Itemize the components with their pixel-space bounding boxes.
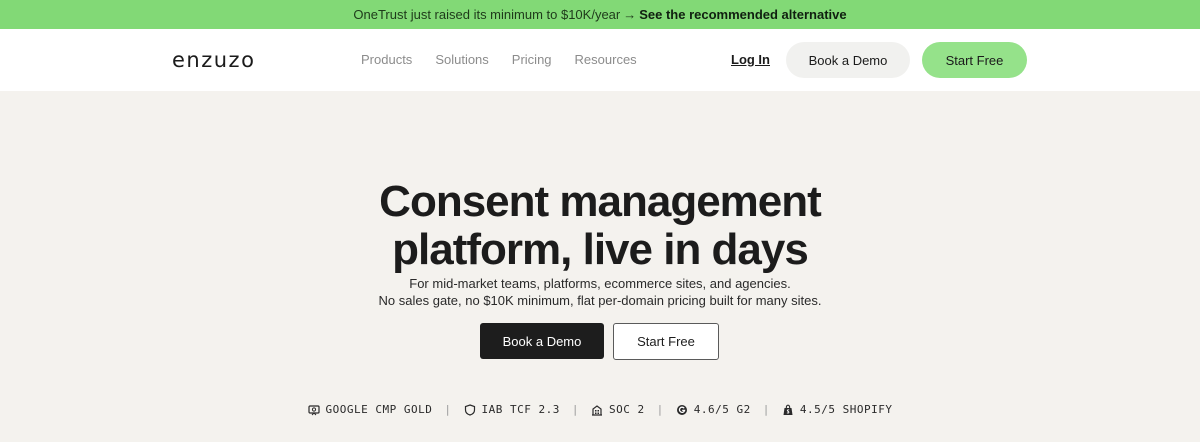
main-nav: Products Solutions Pricing Resources [361, 52, 637, 67]
building-icon [592, 404, 602, 416]
badge-separator: | [762, 403, 770, 416]
nav-item-resources[interactable]: Resources [575, 52, 637, 67]
hero-subtitle-line-1: For mid-market teams, platforms, ecommer… [409, 276, 791, 291]
badge-label: IAB TCF 2.3 [481, 403, 560, 416]
site-header: enzuzo Products Solutions Pricing Resour… [0, 29, 1200, 91]
badge-iab-tcf: IAB TCF 2.3 [464, 403, 560, 416]
announcement-text: OneTrust just raised its minimum to $10K… [353, 7, 621, 22]
hero-start-free-button[interactable]: Start Free [613, 323, 719, 360]
badge-g2: 4.6/5 G2 [676, 403, 751, 416]
badge-label: GOOGLE CMP GOLD [325, 403, 433, 416]
header-book-demo-button[interactable]: Book a Demo [786, 42, 910, 78]
arrow-icon: → [623, 7, 637, 22]
header-start-free-button[interactable]: Start Free [922, 42, 1027, 78]
google-cmp-icon [307, 404, 320, 415]
badge-shopify: 4.5/5 SHOPIFY [782, 403, 893, 416]
badge-soc2: SOC 2 [591, 403, 645, 416]
badge-label: 4.5/5 SHOPIFY [799, 403, 893, 416]
logo[interactable]: enzuzo [172, 48, 255, 72]
badge-separator: | [656, 403, 664, 416]
g2-icon [676, 404, 687, 415]
badge-google-cmp: GOOGLE CMP GOLD [307, 403, 433, 416]
hero-subtitle-line-2: No sales gate, no $10K minimum, flat per… [378, 293, 822, 308]
shopify-icon [783, 404, 793, 415]
login-link[interactable]: Log In [731, 52, 770, 67]
badge-label: SOC 2 [609, 403, 645, 416]
hero-title: Consent management platform, live in day… [0, 178, 1200, 274]
announcement-link[interactable]: See the recommended alternative [639, 7, 846, 22]
hero-subtitle: For mid-market teams, platforms, ecommer… [0, 275, 1200, 309]
nav-item-pricing[interactable]: Pricing [512, 52, 552, 67]
badge-separator: | [444, 403, 452, 416]
announcement-bar: OneTrust just raised its minimum to $10K… [0, 0, 1200, 29]
shield-icon [464, 403, 475, 416]
trust-badges: GOOGLE CMP GOLD | IAB TCF 2.3 | SOC 2 | … [0, 403, 1200, 416]
badge-separator: | [571, 403, 579, 416]
nav-item-solutions[interactable]: Solutions [435, 52, 488, 67]
nav-item-products[interactable]: Products [361, 52, 412, 67]
hero-title-line-1: Consent management [379, 177, 822, 226]
hero-book-demo-button[interactable]: Book a Demo [480, 323, 604, 359]
hero-cta-group: Book a Demo Start Free [480, 323, 719, 360]
badge-label: 4.6/5 G2 [693, 403, 751, 416]
hero-title-line-2: platform, live in days [392, 225, 809, 274]
